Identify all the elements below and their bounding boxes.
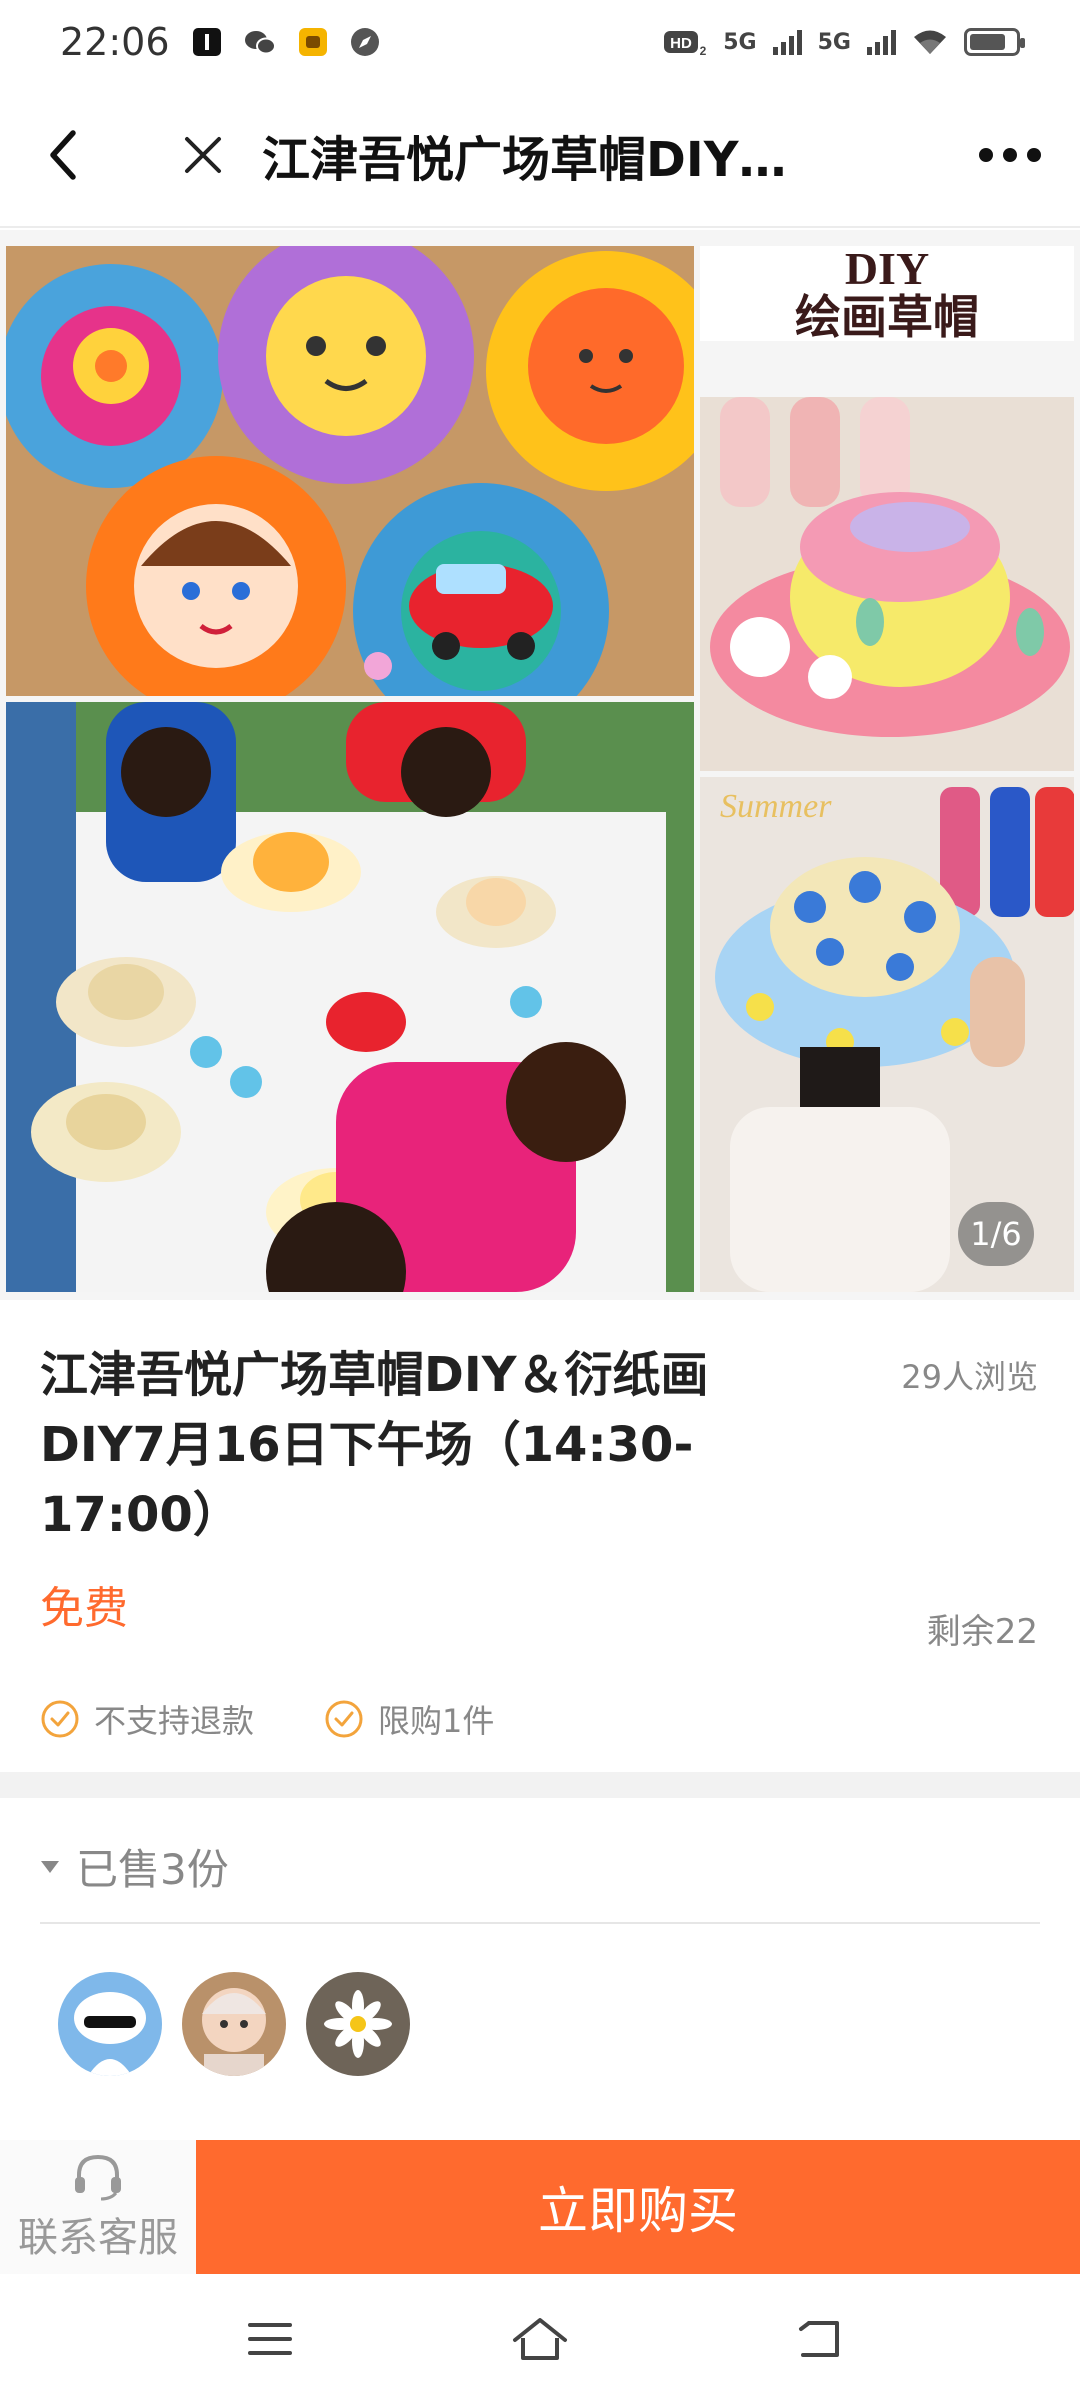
photo-painted-hats xyxy=(6,246,694,696)
signal-icon-2 xyxy=(867,29,896,55)
menu-icon xyxy=(248,2323,292,2355)
hd-icon: HD 2 xyxy=(663,27,707,57)
image-gallery[interactable]: DIY 绘画草帽 Summer 1/6 xyxy=(0,230,1080,1300)
back-system-button[interactable] xyxy=(790,2314,850,2364)
status-right: HD 2 5G 5G xyxy=(663,27,1025,57)
wechat-icon xyxy=(244,28,276,56)
contact-service-button[interactable]: 联系客服 xyxy=(0,2140,196,2274)
tag-label: 不支持退款 xyxy=(94,1702,255,1740)
back-button[interactable] xyxy=(28,115,98,195)
back-icon xyxy=(50,130,76,180)
kids-painting-illustration xyxy=(6,702,694,1292)
status-left: 22:06 xyxy=(60,20,380,64)
service-label: 联系客服 xyxy=(18,2215,178,2261)
status-bar: 22:06 HD 2 5G 5G xyxy=(0,0,1080,84)
section-divider xyxy=(0,1772,1080,1798)
home-icon xyxy=(513,2318,567,2360)
signal-icon xyxy=(772,29,802,55)
more-button[interactable] xyxy=(970,115,1050,195)
price: 免费 xyxy=(40,1583,128,1634)
battery-icon xyxy=(964,28,1025,56)
check-circle-icon xyxy=(325,1700,363,1738)
notification-icon xyxy=(192,27,222,57)
poster-line-1: DIY xyxy=(844,246,930,294)
home-button[interactable] xyxy=(508,2314,572,2364)
photo-flower-hat: Summer 1/6 xyxy=(700,777,1074,1292)
check-circle-icon xyxy=(41,1700,79,1738)
tag-purchase-limit: 限购1件 xyxy=(324,1696,494,1742)
bottom-action-bar: 联系客服 立即购买 xyxy=(0,2140,1080,2274)
poster-line-2: 绘画草帽 xyxy=(795,289,979,342)
policy-tags: 不支持退款 限购1件 xyxy=(40,1696,494,1742)
tag-no-refund: 不支持退款 xyxy=(40,1696,254,1742)
avatar-cartoon-image xyxy=(58,1972,162,2076)
triangle-down-icon xyxy=(41,1860,59,1873)
tag-label: 限购1件 xyxy=(378,1702,495,1740)
painted-hats-illustration xyxy=(6,246,694,696)
network-label-2: 5G xyxy=(817,29,851,55)
app-icon xyxy=(298,27,328,57)
avatar xyxy=(58,1972,162,2076)
nav-bar: 江津吾悦广场草帽DIY… xyxy=(0,84,1080,228)
view-count: 29人浏览 xyxy=(901,1358,1038,1396)
svg-text:HD: HD xyxy=(670,35,692,52)
sold-divider xyxy=(40,1922,1040,1924)
compass-icon xyxy=(350,27,380,57)
avatar-baby-image xyxy=(182,1972,286,2076)
buy-now-button[interactable]: 立即购买 xyxy=(196,2140,1080,2274)
photo-diy-poster-title: DIY 绘画草帽 xyxy=(700,246,1074,341)
headset-icon xyxy=(75,2154,121,2201)
sold-toggle[interactable]: 已售3份 xyxy=(40,1836,229,1897)
avatar-daisy-image xyxy=(306,1972,410,2076)
product-title: 江津吾悦广场草帽DIY＆衍纸画DIY7月16日下午场（14:30-17:00） xyxy=(40,1347,709,1543)
remaining-stock: 剩余22 xyxy=(926,1612,1038,1652)
network-label-1: 5G xyxy=(723,29,757,55)
wifi-icon xyxy=(912,28,948,56)
pink-hat-illustration xyxy=(700,397,1074,771)
close-icon xyxy=(185,137,221,173)
avatar xyxy=(182,1972,286,2076)
more-icon xyxy=(979,148,1041,162)
gallery-pager: 1/6 xyxy=(958,1202,1034,1266)
avatar xyxy=(306,1972,410,2076)
photo-caption: Summer xyxy=(720,788,832,825)
back-arrow-icon xyxy=(799,2321,839,2357)
status-time: 22:06 xyxy=(60,20,170,64)
buyer-avatars xyxy=(58,1972,410,2076)
system-navigation-bar xyxy=(0,2274,1080,2400)
close-button[interactable] xyxy=(168,115,238,195)
photo-painted-hat-pink xyxy=(700,397,1074,771)
page-title: 江津吾悦广场草帽DIY… xyxy=(262,132,787,188)
photo-kids-painting xyxy=(6,702,694,1292)
battery-fill xyxy=(970,34,1005,50)
sold-count: 已售3份 xyxy=(76,1845,229,1894)
svg-text:2: 2 xyxy=(700,44,707,57)
menu-button[interactable] xyxy=(240,2314,300,2364)
